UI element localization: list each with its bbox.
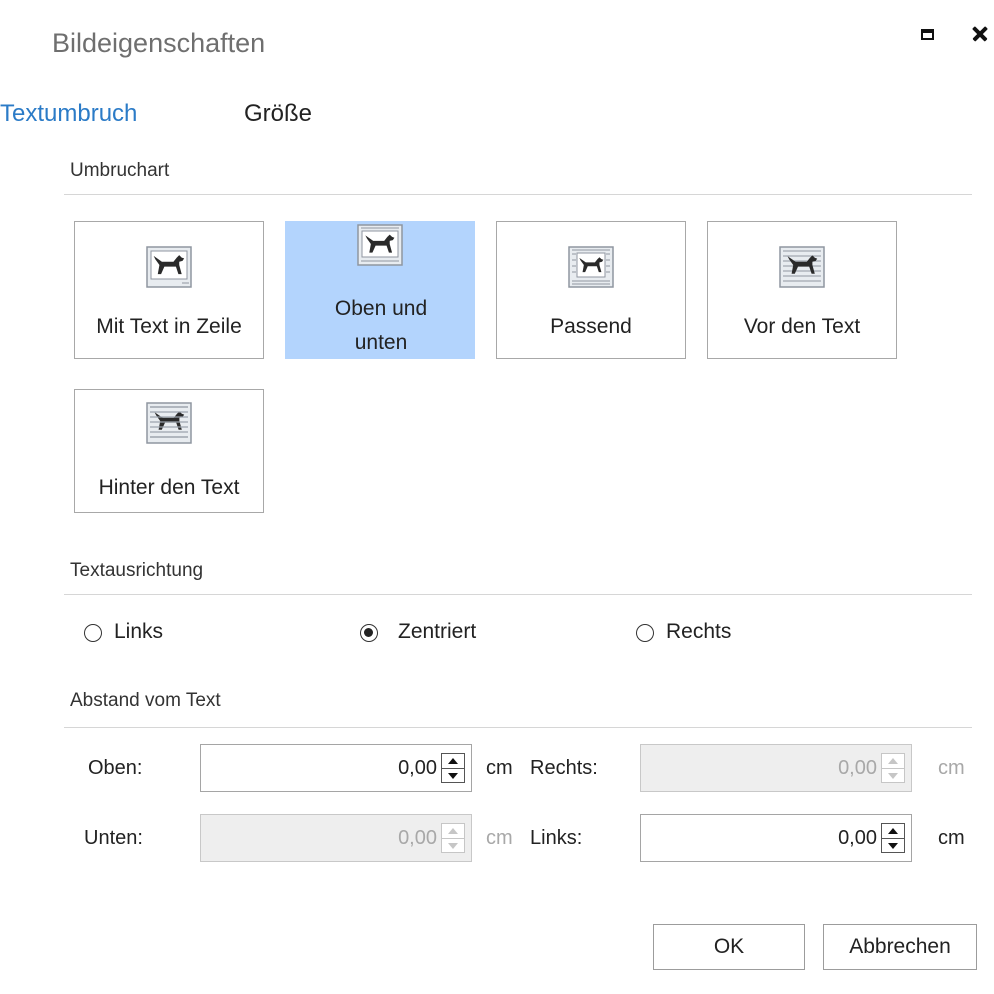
top-distance-input[interactable] xyxy=(201,745,437,791)
top-distance-unit: cm xyxy=(486,757,513,779)
section-divider xyxy=(64,594,972,595)
section-divider xyxy=(64,194,972,195)
bottom-distance-unit: cm xyxy=(486,827,513,849)
dialog-title: Bildeigenschaften xyxy=(52,28,266,58)
left-distance-unit: cm xyxy=(938,827,965,849)
spin-up-icon xyxy=(442,824,464,839)
wrap-option-label: Hinter den Text xyxy=(98,476,240,499)
spin-up-icon[interactable] xyxy=(882,824,904,839)
radio-label: Rechts xyxy=(666,620,732,643)
bottom-distance-input xyxy=(201,815,437,861)
spin-down-icon[interactable] xyxy=(882,839,904,853)
wrap-option-in-front[interactable]: Vor den Text xyxy=(707,221,897,359)
distance-section-label: Abstand vom Text xyxy=(70,690,221,711)
close-icon[interactable] xyxy=(966,20,994,48)
wrap-option-square[interactable]: Passend xyxy=(496,221,686,359)
bottom-distance-stepper xyxy=(441,823,465,853)
right-distance-label: Rechts: xyxy=(530,757,598,779)
wrap-option-top-bottom[interactable]: Oben und unten xyxy=(285,221,475,359)
radio-label: Links xyxy=(114,620,164,643)
wrap-option-behind[interactable]: Hinter den Text xyxy=(74,389,264,513)
wrap-in-front-icon xyxy=(779,246,825,288)
spin-down-icon[interactable] xyxy=(442,769,464,783)
left-distance-label: Links: xyxy=(530,827,583,849)
bottom-distance-label: Unten: xyxy=(84,827,143,849)
left-distance-spinbox[interactable] xyxy=(640,814,912,862)
ok-button[interactable]: OK xyxy=(653,924,805,970)
wrap-inline-icon xyxy=(146,246,192,288)
wrap-option-label: Mit Text in Zeile xyxy=(96,315,242,338)
radio-circle-icon[interactable] xyxy=(360,624,378,642)
top-distance-label: Oben: xyxy=(88,757,143,779)
tab-groesse[interactable]: Größe xyxy=(244,100,312,128)
bottom-distance-spinbox xyxy=(200,814,472,862)
right-distance-unit: cm xyxy=(938,757,965,779)
wrap-section-label: Umbruchart xyxy=(70,160,170,181)
left-distance-stepper[interactable] xyxy=(881,823,905,853)
spin-down-icon xyxy=(882,769,904,783)
spin-up-icon[interactable] xyxy=(442,754,464,769)
wrap-option-label: Passend xyxy=(550,315,632,338)
radio-circle-icon[interactable] xyxy=(636,624,654,642)
wrap-square-icon xyxy=(568,246,614,288)
picture-properties-dialog: Bildeigenschaften Textumbruch Größe Umbr… xyxy=(0,0,994,994)
right-distance-spinbox xyxy=(640,744,912,792)
radio-label: Zentriert xyxy=(398,620,477,643)
left-distance-input[interactable] xyxy=(641,815,877,861)
radio-circle-icon[interactable] xyxy=(84,624,102,642)
spin-up-icon xyxy=(882,754,904,769)
wrap-behind-icon xyxy=(146,402,192,444)
right-distance-input xyxy=(641,745,877,791)
wrap-option-inline[interactable]: Mit Text in Zeile xyxy=(74,221,264,359)
right-distance-stepper xyxy=(881,753,905,783)
maximize-icon[interactable] xyxy=(914,20,942,48)
tab-textumbruch[interactable]: Textumbruch xyxy=(0,100,137,128)
wrap-option-label: Vor den Text xyxy=(743,315,861,338)
alignment-section-label: Textausrichtung xyxy=(70,560,204,581)
cancel-button[interactable]: Abbrechen xyxy=(823,924,977,970)
top-distance-spinbox[interactable] xyxy=(200,744,472,792)
wrap-top-bottom-icon xyxy=(357,224,403,266)
wrap-option-label: Oben und unten xyxy=(334,297,428,354)
section-divider xyxy=(64,727,972,728)
top-distance-stepper[interactable] xyxy=(441,753,465,783)
spin-down-icon xyxy=(442,839,464,853)
